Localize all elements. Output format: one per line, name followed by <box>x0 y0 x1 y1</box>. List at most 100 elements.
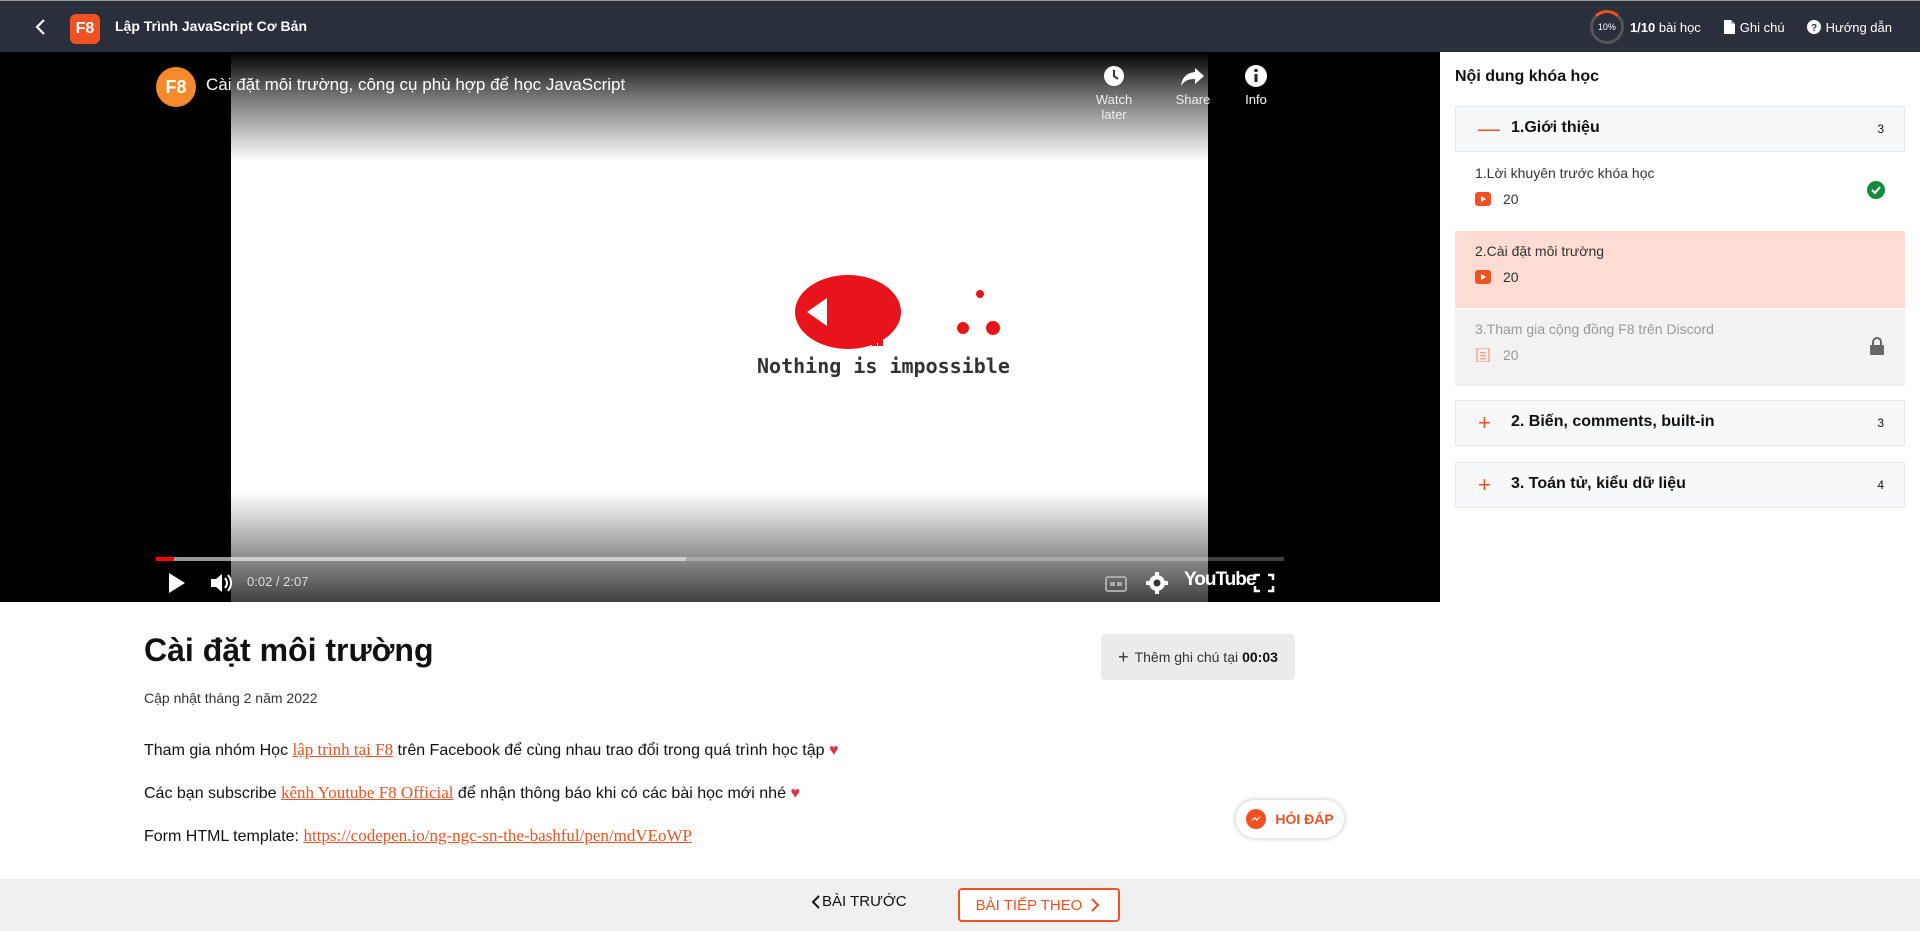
info-label: Info <box>1245 92 1267 107</box>
lesson-meta: 20 <box>1475 191 1519 207</box>
completed-check-icon <box>1867 181 1885 199</box>
updated-date: Cập nhật tháng 2 năm 2022 <box>144 690 318 706</box>
lesson-title: Cài đặt môi trường <box>144 632 434 668</box>
text: Form HTML template: <box>144 828 304 845</box>
header-actions: 10% 1/10 bài học Ghi chú ? Hướng dẫn <box>1589 10 1892 44</box>
next-label: BÀI TIẾP THEO <box>975 896 1083 914</box>
text: Các bạn subscribe <box>144 785 281 802</box>
played-bar <box>156 557 175 561</box>
youtube-logo[interactable]: YouTube <box>1184 569 1256 591</box>
section-count: 3 <box>1877 416 1884 430</box>
messenger-icon <box>1246 809 1267 829</box>
codepen-link[interactable]: https://codepen.io/ng-ngc-sn-the-bashful… <box>303 826 692 845</box>
volume-icon[interactable] <box>208 570 234 596</box>
watch-later-button[interactable]: Watch later <box>1084 64 1144 122</box>
share-label: Share <box>1175 92 1211 107</box>
course-title: Lập Trình JavaScript Cơ Bản <box>115 18 308 34</box>
lesson-name: 1.Lời khuyên trước khóa học <box>1475 165 1655 181</box>
paragraph-facebook: Tham gia nhóm Học lập trình tại F8 trên … <box>144 740 838 760</box>
previous-lesson-button[interactable]: BÀI TRƯỚC <box>810 893 907 910</box>
collapse-icon: — <box>1478 116 1500 141</box>
settings-gear-icon[interactable] <box>1145 570 1169 596</box>
guide-label: Hướng dẫn <box>1825 19 1892 35</box>
buffered-bar <box>156 557 687 561</box>
lesson-meta: 20 <box>1475 269 1519 285</box>
video-player[interactable]: Nothing is impossible F8 Cài đặt môi trư… <box>0 52 1440 602</box>
video-title[interactable]: Cài đặt môi trường, công cụ phù hợp để h… <box>206 75 625 95</box>
back-arrow-icon[interactable] <box>30 16 52 38</box>
section-name: 3. Toán tử, kiểu dữ liệu <box>1511 475 1686 492</box>
lock-icon <box>1870 337 1884 355</box>
subtitles-icon[interactable] <box>1105 570 1127 596</box>
expand-plus-icon: + <box>1478 472 1491 497</box>
share-arrow-icon <box>1181 68 1204 86</box>
heart-icon: ♥ <box>790 785 800 802</box>
lesson-duration: 20 <box>1503 347 1519 363</box>
heart-icon: ♥ <box>828 742 839 759</box>
lesson-item-1[interactable]: 1.Lời khuyên trước khóa học 20 <box>1455 153 1905 230</box>
progress-ring: 10% <box>1589 10 1624 44</box>
paragraph-template: Form HTML template: https://codepen.io/n… <box>144 826 692 846</box>
video-slogan: Nothing is impossible <box>757 354 1010 378</box>
lesson-item-2[interactable]: 2.Cài đặt môi trường 20 <box>1455 231 1905 308</box>
video-play-icon <box>1475 270 1491 284</box>
top-bar: F8 Lập Trình JavaScript Cơ Bản 10% 1/10 … <box>0 0 1920 52</box>
section-intro[interactable]: — 1.Giới thiệu 3 <box>1455 106 1905 152</box>
video-time: 0:02 / 2:07 <box>247 574 309 589</box>
notes-label: Ghi chú <box>1739 19 1785 35</box>
qa-label: HỎI ĐÁP <box>1275 811 1334 827</box>
guide-button[interactable]: ? Hướng dẫn <box>1806 19 1892 35</box>
qa-button[interactable]: HỎI ĐÁP <box>1236 800 1344 838</box>
lesson-meta: 20 <box>1475 347 1519 363</box>
text: trên Facebook để cùng nhau trao đổi tron… <box>393 742 825 759</box>
add-note-time: 00:03 <box>1242 649 1278 665</box>
lesson-name: 3.Tham gia cộng đồng F8 trên Discord <box>1475 321 1714 337</box>
f8-logo[interactable]: F8 <box>70 14 100 44</box>
expand-plus-icon: + <box>1478 410 1491 435</box>
section-count: 4 <box>1877 478 1884 492</box>
note-file-icon <box>1723 20 1735 34</box>
section-variables[interactable]: + 2. Biến, comments, built-in 3 <box>1455 400 1905 446</box>
channel-logo[interactable]: F8 <box>156 67 196 107</box>
add-note-button[interactable]: + Thêm ghi chú tại 00:03 <box>1101 634 1295 680</box>
video-progress-bar[interactable] <box>156 557 1284 561</box>
sidebar-heading: Nội dung khóa học <box>1455 68 1599 85</box>
add-note-label: Thêm ghi chú tại <box>1134 649 1239 665</box>
paragraph-youtube: Các bạn subscribe kênh Youtube F8 Offici… <box>144 783 800 803</box>
lesson-content: Cài đặt môi trường Cập nhật tháng 2 năm … <box>0 602 1440 879</box>
video-top-gradient <box>0 52 1440 162</box>
section-operators[interactable]: + 3. Toán tử, kiểu dữ liệu 4 <box>1455 462 1905 508</box>
lesson-duration: 20 <box>1503 269 1519 285</box>
prev-label: BÀI TRƯỚC <box>822 893 907 910</box>
svg-text:?: ? <box>1811 23 1817 34</box>
youtube-channel-link[interactable]: kênh Youtube F8 Official <box>281 783 454 802</box>
chevron-right-icon <box>1091 898 1100 912</box>
play-icon[interactable] <box>166 570 188 596</box>
info-button[interactable]: Info <box>1226 64 1286 107</box>
facebook-group-link[interactable]: lập trình tại F8 <box>293 740 394 759</box>
info-icon <box>1245 65 1267 87</box>
lessons-suffix: bài học <box>1658 19 1701 35</box>
chevron-left-icon <box>811 894 820 909</box>
section-name: 1.Giới thiệu <box>1511 119 1600 136</box>
help-icon: ? <box>1806 20 1821 34</box>
video-play-icon <box>1475 192 1491 206</box>
lesson-name: 2.Cài đặt môi trường <box>1475 243 1605 259</box>
text: để nhận thông báo khi có các bài học mới… <box>453 785 786 802</box>
watch-later-label: Watch later <box>1095 92 1133 122</box>
lesson-item-3: 3.Tham gia cộng đồng F8 trên Discord 20 <box>1455 309 1905 386</box>
lesson-duration: 20 <box>1503 191 1519 207</box>
document-icon <box>1476 348 1490 362</box>
fullscreen-icon[interactable] <box>1253 570 1275 596</box>
notes-button[interactable]: Ghi chú <box>1723 20 1785 35</box>
lessons-done: 1/10 <box>1629 19 1656 35</box>
text: Tham gia nhóm Học <box>144 742 293 759</box>
share-button[interactable]: Share <box>1163 64 1223 107</box>
section-count: 3 <box>1877 122 1884 136</box>
next-lesson-button[interactable]: BÀI TIẾP THEO <box>958 888 1120 922</box>
plus-icon: + <box>1118 646 1129 667</box>
section-name: 2. Biến, comments, built-in <box>1511 413 1715 430</box>
lessons-progress: 1/10 bài học <box>1630 20 1701 35</box>
clock-icon <box>1104 66 1124 86</box>
lesson-navigation-footer: BÀI TRƯỚC BÀI TIẾP THEO <box>0 879 1920 931</box>
